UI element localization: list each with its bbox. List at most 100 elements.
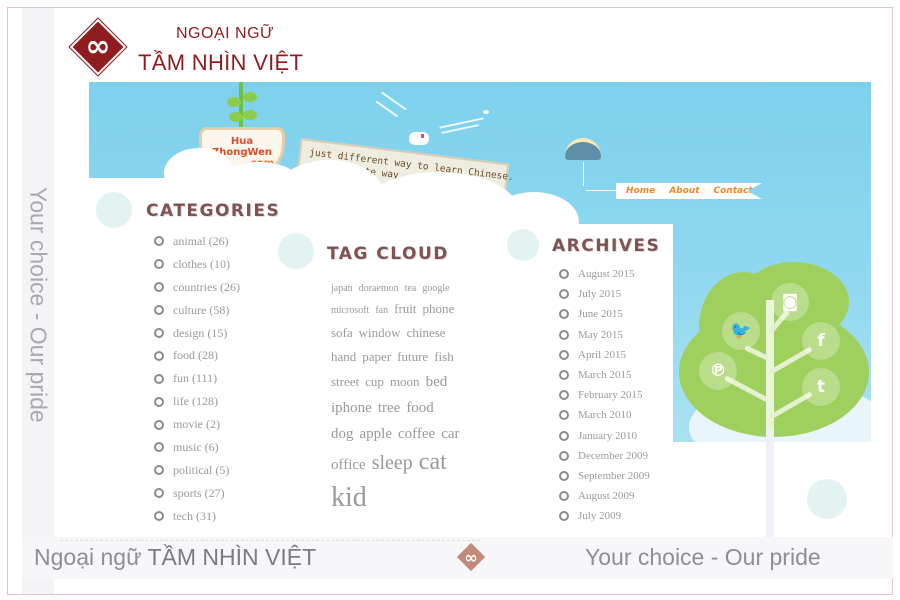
tumblr-icon[interactable]: t [802, 368, 840, 406]
tag-link[interactable]: car [441, 426, 459, 442]
category-link-label: political (5) [173, 462, 230, 477]
pinterest-icon[interactable]: ℗ [699, 352, 737, 390]
archive-link[interactable]: January 2010 [559, 426, 650, 446]
tag-link[interactable]: moon [390, 374, 420, 389]
archive-link[interactable]: July 2009 [559, 506, 650, 526]
tag-link[interactable]: cat [419, 449, 447, 475]
archive-link[interactable]: August 2015 [559, 264, 650, 284]
tag-row: microsoft fan fruit phone [331, 297, 501, 321]
tag-row: iphone tree food [331, 395, 501, 421]
tag-link[interactable]: future [397, 349, 428, 364]
tag-link[interactable]: tree [378, 400, 400, 416]
tag-link[interactable]: paper [362, 349, 391, 364]
nav-home[interactable]: Home [626, 186, 655, 196]
category-link[interactable]: political (5) [154, 459, 240, 482]
category-link[interactable]: tech (31) [154, 505, 240, 528]
instagram-icon[interactable]: ◙ [771, 283, 809, 321]
tag-link[interactable]: chinese [407, 325, 446, 340]
category-link[interactable]: sports (27) [154, 482, 240, 505]
category-link[interactable]: music (6) [154, 436, 240, 459]
rope [586, 190, 616, 191]
footer-slogan: Your choice - Our pride [585, 544, 821, 570]
tag-link[interactable]: office [331, 457, 366, 473]
archive-link[interactable]: September 2009 [559, 466, 650, 486]
category-link[interactable]: animal (26) [154, 230, 240, 253]
parachute-icon [565, 138, 601, 160]
nav-contact[interactable]: Contact [714, 186, 753, 196]
brand-top-line: NGOẠI NGỮ [176, 25, 275, 42]
archive-link-label: February 2015 [578, 389, 643, 402]
tag-link[interactable]: bed [426, 374, 448, 390]
tag-link[interactable]: phone [423, 301, 455, 316]
tag-link[interactable]: food [406, 400, 434, 416]
circle-bullet-icon [559, 470, 569, 481]
tag-link[interactable]: sofa [331, 325, 353, 340]
circle-bullet-icon [559, 390, 569, 401]
tree-trunk-lower [766, 430, 774, 550]
archive-link[interactable]: December 2009 [559, 446, 650, 466]
category-link[interactable]: movie (2) [154, 413, 240, 436]
tag-link[interactable]: fan [375, 305, 388, 316]
side-slogan-text: Your choice - Our pride [25, 187, 52, 423]
archive-link[interactable]: June 2015 [559, 304, 650, 324]
tag-link[interactable]: japan [331, 283, 353, 294]
archive-link[interactable]: July 2015 [559, 284, 650, 304]
archive-link[interactable]: April 2015 [559, 345, 650, 365]
category-link[interactable]: food (28) [154, 344, 240, 367]
circle-bullet-icon [154, 305, 164, 316]
category-link[interactable]: countries (26) [154, 276, 240, 299]
tag-link[interactable]: fish [434, 349, 454, 364]
tag-link[interactable]: sleep [372, 452, 413, 474]
nav-about[interactable]: About [669, 186, 699, 196]
tag-link[interactable]: cup [365, 374, 384, 389]
category-link[interactable]: clothes (10) [154, 253, 240, 276]
tag-link[interactable]: street [331, 374, 359, 389]
circle-bullet-icon [154, 488, 164, 499]
tag-link[interactable]: tea [405, 283, 417, 294]
circle-bullet-icon [559, 450, 569, 461]
footer-brand-name: TẦM NHÌN VIỆT [147, 544, 317, 570]
tag-link[interactable]: window [359, 325, 401, 340]
circle-bullet-icon [559, 491, 569, 502]
category-link[interactable]: culture (58) [154, 299, 240, 322]
archive-link-label: December 2009 [578, 449, 648, 462]
tag-link[interactable]: microsoft [331, 305, 369, 316]
category-link[interactable]: design (15) [154, 322, 240, 345]
archive-link-label: September 2009 [578, 469, 650, 482]
dog-collar [421, 134, 424, 138]
tag-row: office sleep cat [331, 447, 501, 477]
archive-link[interactable]: March 2010 [559, 405, 650, 425]
archive-link[interactable]: February 2015 [559, 385, 650, 405]
tag-link[interactable]: hand [331, 349, 356, 364]
archive-link[interactable]: August 2009 [559, 486, 650, 506]
facebook-icon[interactable]: f [802, 322, 840, 360]
tag-link[interactable]: iphone [331, 400, 372, 416]
tag-link[interactable]: kid [331, 482, 367, 513]
tag-link[interactable]: google [422, 283, 449, 294]
category-link[interactable]: fun (111) [154, 367, 240, 390]
category-link[interactable]: life (128) [154, 390, 240, 413]
archive-link[interactable]: May 2015 [559, 325, 650, 345]
twitter-icon[interactable]: 🐦 [722, 312, 760, 350]
tag-link[interactable]: dog [331, 426, 354, 442]
archive-link[interactable]: March 2015 [559, 365, 650, 385]
plant-stem [239, 82, 243, 132]
circle-bullet-icon [154, 511, 164, 522]
circle-bullet-icon [559, 289, 569, 300]
tag-link[interactable]: apple [360, 426, 392, 442]
tag-link[interactable]: coffee [398, 426, 435, 442]
circle-bullet-icon [559, 309, 569, 320]
category-link-label: music (6) [173, 439, 219, 454]
circle-bullet-icon [559, 269, 569, 280]
circle-bullet-icon [154, 350, 164, 361]
decor-bubble [278, 233, 314, 269]
category-link-label: design (15) [173, 325, 228, 340]
tag-row: sofa window chinese [331, 321, 501, 345]
footer-prefix: Ngoại ngữ [34, 544, 148, 570]
footer-divider [60, 540, 480, 543]
leaf [229, 112, 243, 122]
tag-link[interactable]: fruit [394, 301, 416, 316]
tag-link[interactable]: doraemon [359, 283, 399, 294]
circle-bullet-icon [154, 465, 164, 476]
archive-link-label: June 2015 [578, 308, 623, 321]
